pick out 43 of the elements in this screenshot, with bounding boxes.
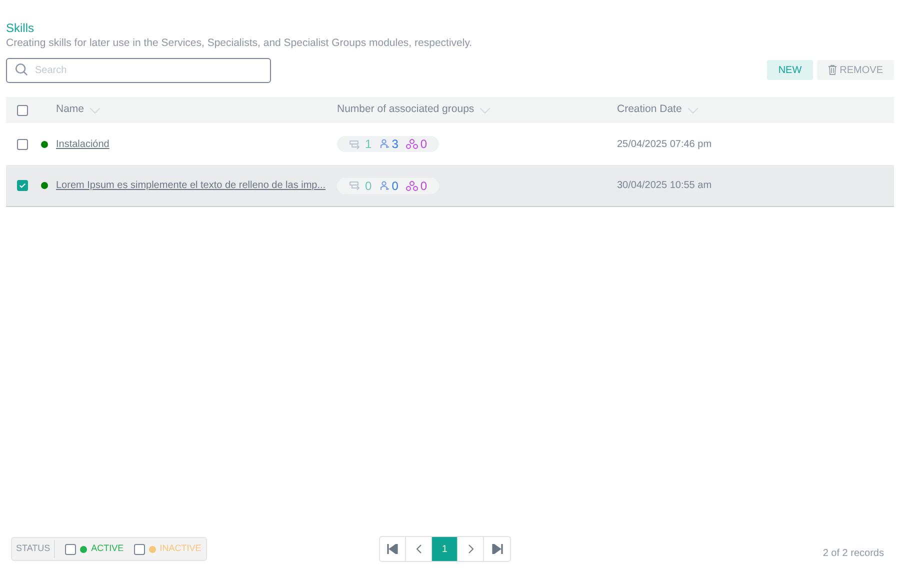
checkbox[interactable] [17,180,28,191]
filter-label: STATUS [12,540,56,558]
skip-icon [387,544,398,554]
records-count: 2 of 2 records [822,546,884,560]
remove-button[interactable]: REMOVE [816,60,894,80]
filter-option-label: ACTIVE [91,542,124,556]
column-header[interactable]: Creation Date [617,102,682,118]
count: 0 [420,136,428,153]
page-title: Skills [6,20,36,36]
count: 0 [420,178,428,194]
page-button[interactable]: 1 [432,537,458,561]
table-cell-text: 25/04/2025 07:46 pm [617,138,712,152]
count: 1 [365,136,372,153]
table-cell-text: 30/04/2025 10:55 am [617,179,712,193]
three-circles-icon [406,180,418,190]
count: 0 [392,178,398,194]
chevron-icon [468,544,474,554]
skip-icon [492,544,503,554]
page-description: Creating skills for later use in the Services, Specialists, and Specialist Groups modules, respectively. [6,36,474,50]
check-icon [19,182,26,189]
column-header[interactable]: Number of associated groups [337,102,474,118]
checkbox[interactable] [134,544,145,554]
chevron-down-icon [479,106,492,114]
trash-icon [828,65,837,75]
chevron-down-icon [89,106,102,114]
checkbox[interactable] [17,138,28,150]
three-circles-icon [406,139,418,149]
count: 3 [392,136,398,153]
skill-link[interactable]: Instalaciónd [56,136,110,152]
person-icon [380,139,390,149]
new-button[interactable]: NEW [767,60,813,80]
checkbox[interactable] [17,104,28,116]
table-row[interactable]: Lorem Ipsum es simplemente el texto de relleno de las imp... 0 0 0 30/04/2025 10:55 am [6,165,894,207]
count: 0 [365,178,372,194]
skill-link[interactable]: Lorem Ipsum es simplemente el texto de relleno de las imp... [56,178,326,193]
filter-option-label: INACTIVE [160,542,202,556]
column-header[interactable]: Name [56,102,84,118]
person-icon [380,180,390,190]
checkbox[interactable] [65,544,76,554]
chevron-icon [416,544,422,554]
search-icon [15,63,28,76]
chevron-down-icon [686,106,699,114]
search-field[interactable]: Search [6,58,271,83]
